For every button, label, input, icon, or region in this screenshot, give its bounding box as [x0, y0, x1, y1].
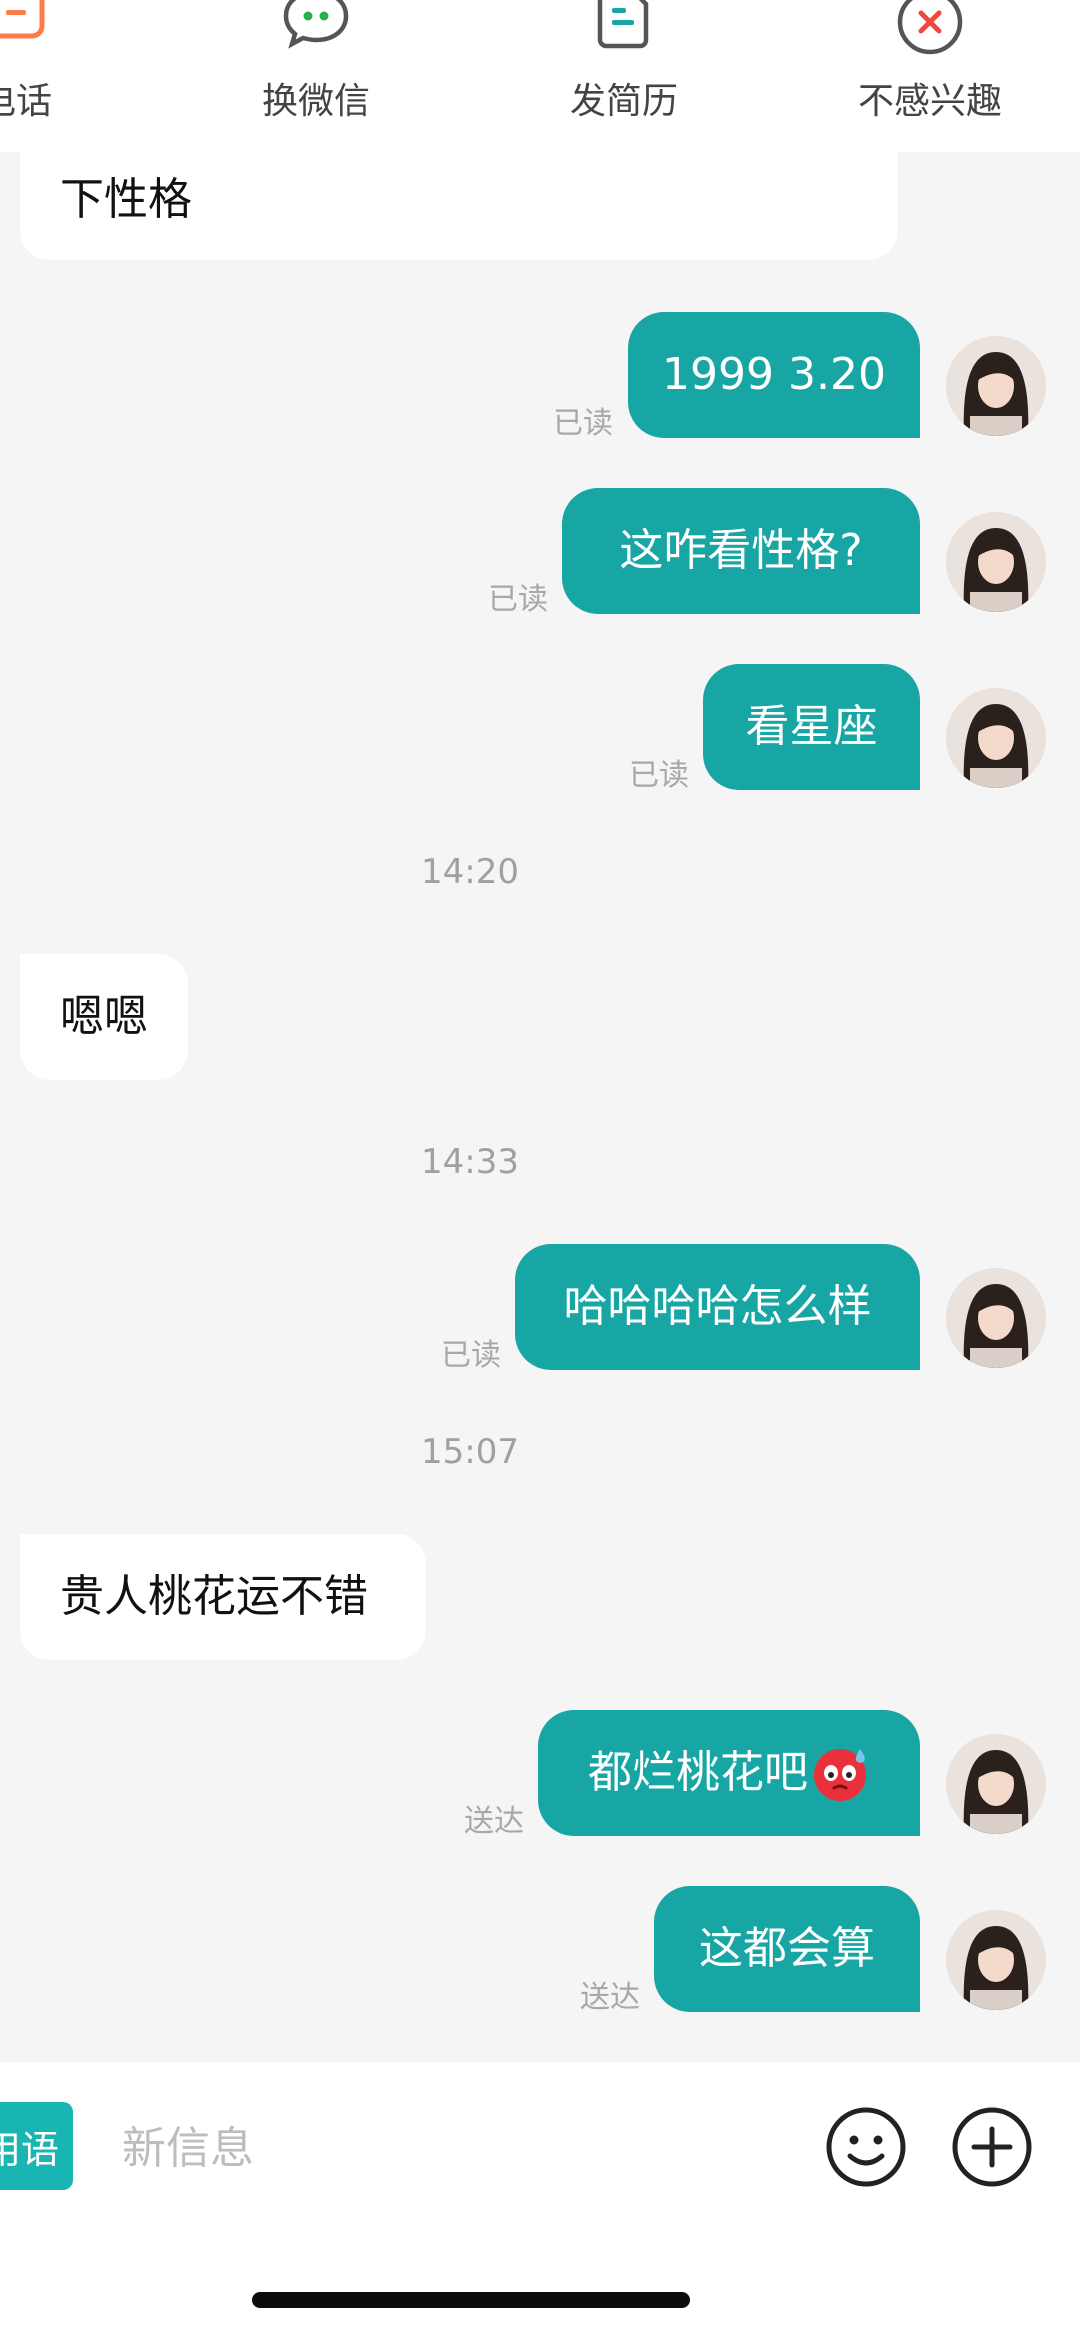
message-input[interactable]: [120, 2102, 784, 2194]
outgoing-message[interactable]: 这咋看性格?: [562, 488, 920, 614]
avatar[interactable]: [946, 1734, 1046, 1834]
avatar[interactable]: [946, 512, 1046, 612]
read-status: 已读: [553, 406, 613, 441]
smiley-icon: [825, 2107, 907, 2192]
outgoing-message[interactable]: 看星座: [703, 664, 920, 790]
timestamp: 14:20: [421, 852, 519, 892]
timestamp: 15:07: [421, 1432, 519, 1472]
message-text: 嗯嗯: [60, 991, 148, 1042]
avatar[interactable]: [946, 336, 1046, 436]
message-text: 看星座: [745, 701, 878, 752]
plus-icon: [951, 2107, 1033, 2192]
message-text: 贵人桃花运不错: [60, 1571, 368, 1622]
incoming-message[interactable]: 嗯嗯: [20, 954, 188, 1080]
avatar[interactable]: [946, 688, 1046, 788]
message-text: 这都会算: [699, 1923, 875, 1974]
not-interested-label: 不感兴趣: [857, 81, 1002, 122]
message-text: 下性格: [60, 174, 192, 225]
incoming-message-partial[interactable]: 下性格: [20, 140, 898, 260]
outgoing-message[interactable]: 哈哈哈哈怎么样: [515, 1244, 920, 1370]
phone-icon: [0, 0, 48, 46]
not-interested-icon: [894, 0, 966, 62]
exchange-wechat-label: 换微信: [261, 81, 370, 122]
more-options-button[interactable]: [951, 2106, 1033, 2188]
send-resume-label: 发简历: [569, 81, 678, 122]
chat-action-bar: 电话 换微信 发简历 不感兴趣: [0, 0, 1080, 152]
read-status: 已读: [488, 582, 548, 617]
message-text: 哈哈哈哈怎么样: [563, 1281, 872, 1332]
message-text: 都烂桃花吧: [588, 1747, 808, 1798]
emoji-button[interactable]: [825, 2106, 907, 2188]
phone-action-label: 电话: [0, 81, 52, 122]
common-phrases-button[interactable]: 用语: [0, 2102, 73, 2190]
avatar[interactable]: [946, 1910, 1046, 2010]
outgoing-message[interactable]: 1999 3.20: [628, 312, 920, 438]
delivered-status: 送达: [464, 1804, 524, 1839]
incoming-message[interactable]: 贵人桃花运不错: [20, 1534, 426, 1660]
message-text: 1999 3.20: [662, 349, 886, 400]
delivered-status: 送达: [580, 1980, 640, 2015]
timestamp: 14:33: [421, 1142, 519, 1182]
outgoing-message[interactable]: 都烂桃花吧: [538, 1710, 920, 1836]
outgoing-message[interactable]: 这都会算: [654, 1886, 920, 2012]
read-status: 已读: [441, 1338, 501, 1373]
cold-sweat-face-emoji: [810, 1743, 870, 1803]
message-text: 这咋看性格?: [619, 525, 863, 576]
resume-icon: [592, 0, 656, 54]
read-status: 已读: [629, 758, 689, 793]
avatar[interactable]: [946, 1268, 1046, 1368]
wechat-icon: [280, 0, 352, 54]
common-phrases-label: 用语: [0, 2127, 59, 2172]
home-indicator[interactable]: [252, 2292, 690, 2308]
